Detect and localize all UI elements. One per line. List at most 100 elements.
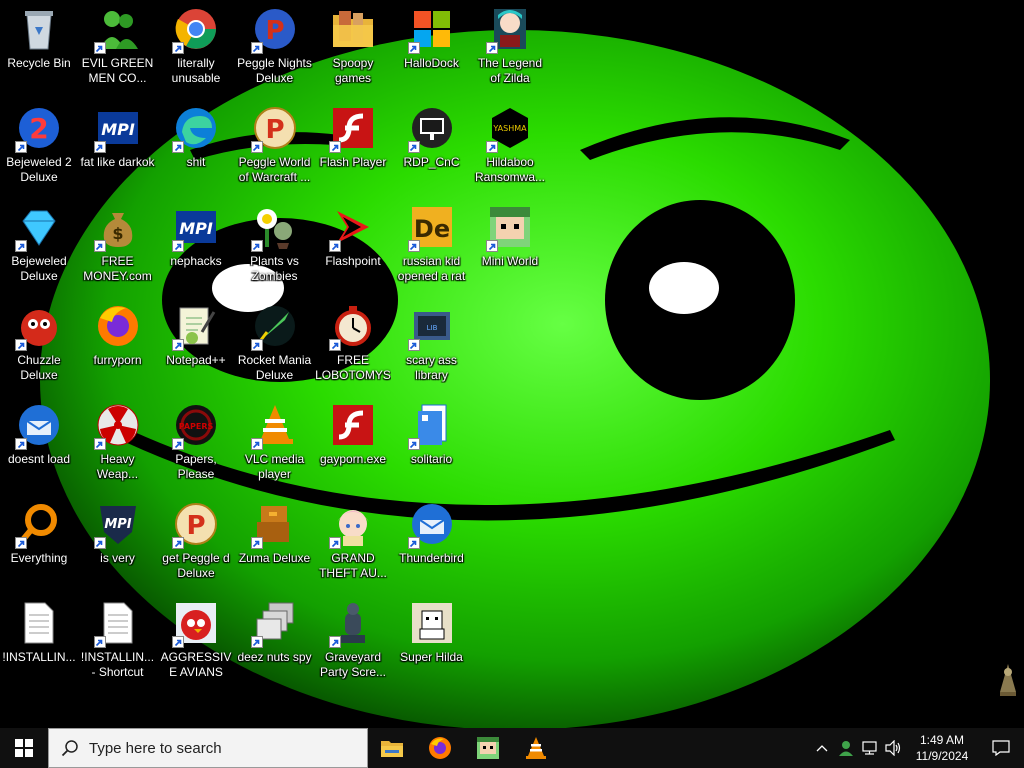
- show-hidden-icons-button[interactable]: [810, 728, 834, 768]
- desktop-pet-icon[interactable]: [996, 662, 1020, 698]
- desktop-icon[interactable]: YASHMA Hildaboo Ransomwa...: [471, 99, 549, 198]
- desktop-icon[interactable]: Graveyard Party Scre...: [314, 594, 392, 693]
- shortcut-arrow-icon: [172, 240, 184, 252]
- desktop-icon[interactable]: doesnt load: [0, 396, 78, 495]
- desktop-icon-label: literally unusable: [171, 56, 221, 85]
- clock[interactable]: 1:49 AM 11/9/2024: [906, 732, 978, 764]
- action-center-button[interactable]: [978, 728, 1024, 768]
- desktop-icon[interactable]: 2 Bejeweled 2 Deluxe: [0, 99, 78, 198]
- desktop-icon[interactable]: Plants vs Zombies: [236, 198, 314, 297]
- desktop-icon[interactable]: Flashpoint: [314, 198, 392, 297]
- anime-girl-icon: [329, 500, 377, 549]
- desktop-icon-label: deez nuts spy: [237, 650, 312, 664]
- desktop-icon[interactable]: PAPERS Papers, Please: [157, 396, 235, 495]
- shortcut-arrow-icon: [250, 537, 263, 549]
- vlc-icon: [250, 401, 299, 450]
- desktop-icon-label: Super Hilda: [400, 650, 463, 664]
- mini-world-icon: [477, 737, 499, 759]
- desktop-icon[interactable]: Recycle Bin: [0, 0, 78, 99]
- desktop-icon[interactable]: De russian kid opened a rat: [393, 198, 471, 297]
- desktop-icon[interactable]: MPI fat like darkok: [79, 99, 157, 198]
- search-box[interactable]: [48, 728, 368, 768]
- desktop-icon-label: russian kid opened a rat: [397, 254, 466, 283]
- graveyard-icon: [329, 599, 377, 648]
- network-button[interactable]: [858, 728, 882, 768]
- desktop-icon[interactable]: Mini World: [471, 198, 549, 297]
- desktop-icon[interactable]: $ FREE MONEY.com: [79, 198, 157, 297]
- desktop-icon[interactable]: P Peggle World of Warcraft ...: [236, 99, 314, 198]
- tray-people-icon[interactable]: [834, 728, 858, 768]
- text-file-icon: [93, 599, 142, 648]
- yashma-icon: YASHMA: [486, 104, 534, 153]
- shortcut-arrow-icon: [329, 240, 341, 252]
- desktop-icon[interactable]: Flash Player: [314, 99, 392, 198]
- desktop-icon[interactable]: solitario: [393, 396, 471, 495]
- desktop-icon[interactable]: MPI nephacks: [157, 198, 235, 297]
- desktop-icon-label: Papers, Please: [175, 452, 217, 481]
- desktop-icon[interactable]: LIB scary ass library: [393, 297, 471, 396]
- desktop-icon[interactable]: P Peggle Nights Deluxe: [236, 0, 314, 99]
- desktop-icon[interactable]: Zuma Deluxe: [236, 495, 314, 594]
- desktop-icon[interactable]: !INSTALLIN... - Shortcut: [79, 594, 157, 693]
- desktop-icon[interactable]: Thunderbird: [393, 495, 471, 594]
- shortcut-arrow-icon: [329, 537, 341, 549]
- desktop-icon[interactable]: AGGRESSIVE AVIANS: [157, 594, 235, 693]
- firefox-icon: [429, 737, 451, 759]
- desktop-icon[interactable]: literally unusable: [157, 0, 235, 99]
- desktop-icon[interactable]: The Legend of Zilda: [471, 0, 549, 99]
- desktop-icon[interactable]: Rocket Mania Deluxe: [236, 297, 314, 396]
- start-button[interactable]: [0, 728, 48, 768]
- shortcut-arrow-icon: [329, 141, 341, 153]
- desktop-icon[interactable]: Pget Peggle d Deluxe: [157, 495, 235, 594]
- desktop-icon[interactable]: Super Hilda: [393, 594, 471, 693]
- desktop-icon-label: GRAND THEFT AU...: [319, 551, 387, 580]
- desktop-icon[interactable]: gayporn.exe: [314, 396, 392, 495]
- shortcut-arrow-icon: [93, 240, 106, 252]
- desktop-icon-label: Flash Player: [319, 155, 387, 169]
- search-icon: [61, 740, 78, 757]
- desktop-icon[interactable]: shit: [157, 99, 235, 198]
- desktop-icon[interactable]: Everything: [0, 495, 78, 594]
- taskbar-file-explorer[interactable]: [368, 728, 416, 768]
- taskbar-mini-world[interactable]: [464, 728, 512, 768]
- green-men-icon: [93, 5, 142, 54]
- desktop-icon-label: Recycle Bin: [7, 56, 71, 70]
- svg-text:MPI: MPI: [101, 120, 135, 139]
- mpi-icon: MPI: [93, 104, 142, 153]
- desktop-icon[interactable]: EVIL GREEN MEN CO...: [79, 0, 157, 99]
- desktop-icon[interactable]: Spoopy games: [314, 0, 392, 99]
- shortcut-arrow-icon: [486, 42, 498, 54]
- desktop-icon[interactable]: HalloDock: [393, 0, 471, 99]
- desktop-icon[interactable]: MPI is very: [79, 495, 157, 594]
- taskbar-firefox[interactable]: [416, 728, 464, 768]
- search-input[interactable]: [87, 738, 351, 758]
- shortcut-arrow-icon: [407, 339, 420, 351]
- shortcut-arrow-icon: [329, 339, 341, 351]
- shortcut-arrow-icon: [407, 240, 420, 252]
- chuzzle-icon: [15, 302, 63, 351]
- shield-icon: [407, 5, 456, 54]
- radiation-icon: [93, 401, 142, 450]
- desktop-icon[interactable]: FREE LOBOTOMYS: [314, 297, 392, 396]
- flashpoint-icon: [329, 203, 377, 252]
- desktop-icon[interactable]: GRAND THEFT AU...: [314, 495, 392, 594]
- volume-button[interactable]: [882, 728, 906, 768]
- desktop-icon[interactable]: RDP_CnC: [393, 99, 471, 198]
- desktop-icon[interactable]: Heavy Weap...: [79, 396, 157, 495]
- shortcut-arrow-icon: [15, 240, 27, 252]
- desktop-icon[interactable]: Chuzzle Deluxe: [0, 297, 78, 396]
- desktop-icon[interactable]: deez nuts spy: [236, 594, 314, 693]
- taskbar-vlc[interactable]: [512, 728, 560, 768]
- desktop-icon-label: is very: [100, 551, 135, 565]
- desktop-icon[interactable]: !INSTALLIN...: [0, 594, 78, 693]
- shortcut-arrow-icon: [93, 42, 106, 54]
- svg-text:P: P: [265, 16, 284, 46]
- desktop-icon[interactable]: Bejeweled Deluxe: [0, 198, 78, 297]
- shortcut-arrow-icon: [486, 141, 498, 153]
- desktop-icon[interactable]: VLC media player: [236, 396, 314, 495]
- vlc-icon: [526, 737, 546, 759]
- desktop-icon[interactable]: furryporn: [79, 297, 157, 396]
- desktop-icon[interactable]: Notepad++: [157, 297, 235, 396]
- desktop-icon-label: Plants vs Zombies: [250, 254, 299, 283]
- desktop-icon-label: HalloDock: [404, 56, 459, 70]
